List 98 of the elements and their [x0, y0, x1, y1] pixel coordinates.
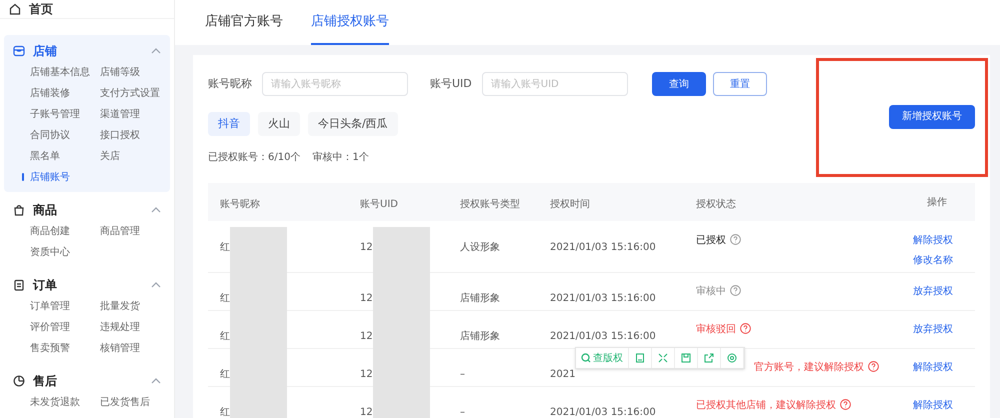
- save-icon[interactable]: [681, 353, 691, 363]
- table-cell: 红: [220, 242, 230, 253]
- status-text: 审核驳回: [696, 322, 736, 337]
- help-icon[interactable]: [840, 399, 851, 410]
- menu-item[interactable]: 商品创建: [30, 224, 70, 238]
- table-cell: 店铺形象: [460, 331, 500, 342]
- search-icon: [581, 353, 591, 363]
- status-text: 已授权: [696, 234, 726, 248]
- menu-item[interactable]: 核销管理: [100, 340, 140, 356]
- chevron-up-icon[interactable]: [151, 378, 161, 384]
- chevron-up-icon[interactable]: [151, 207, 161, 213]
- add-account-button[interactable]: 新增授权账号: [889, 104, 975, 128]
- share-icon[interactable]: [704, 353, 714, 363]
- tab[interactable]: 店铺官方账号: [205, 0, 283, 45]
- help-icon[interactable]: [740, 323, 751, 334]
- table-cell: –: [460, 407, 465, 418]
- chevron-up-icon[interactable]: [151, 282, 161, 288]
- menu-item[interactable]: 首页: [29, 0, 53, 18]
- menu-item[interactable]: 商品管理: [100, 224, 140, 238]
- reset-button[interactable]: 重置: [712, 72, 767, 96]
- platform-tab[interactable]: 抖音: [208, 112, 250, 136]
- menu-item[interactable]: 支付方式设置: [100, 86, 160, 100]
- action-link[interactable]: 放弃授权: [913, 322, 953, 337]
- column-header: 授权时间: [550, 199, 590, 210]
- table-cell: 2021: [550, 369, 576, 380]
- menu-item[interactable]: 评价管理: [30, 320, 70, 334]
- table-cell: 12: [360, 369, 373, 380]
- menu-item[interactable]: 店铺等级: [100, 64, 140, 80]
- service-icon: [13, 375, 25, 387]
- menu-group-title[interactable]: 售后: [33, 372, 57, 390]
- help-icon[interactable]: [868, 361, 879, 372]
- platform-tab[interactable]: 今日头条/西瓜: [308, 112, 398, 136]
- bag-icon: [13, 204, 25, 216]
- table-cell: 2021/01/03 15:16:00: [550, 242, 656, 253]
- table-cell: 红: [220, 331, 230, 342]
- menu-item[interactable]: 黑名单: [30, 148, 60, 164]
- platform-tab[interactable]: 火山: [258, 112, 300, 136]
- query-button[interactable]: 查询: [652, 72, 706, 96]
- menu-item[interactable]: 合同协议: [30, 128, 70, 142]
- input-field[interactable]: 请输入账号昵称: [262, 72, 408, 96]
- field-label: 账号昵称: [208, 76, 252, 92]
- clipboard-icon: [13, 279, 25, 291]
- table-cell: 12: [360, 242, 373, 253]
- menu-item[interactable]: 批量发货: [100, 298, 140, 314]
- tab[interactable]: 店铺授权账号: [311, 0, 389, 45]
- menu-group-title[interactable]: 商品: [33, 201, 57, 219]
- menu-item[interactable]: 渠道管理: [100, 106, 140, 122]
- menu-item[interactable]: 接口授权: [100, 128, 140, 142]
- status-text: 审核中: [696, 284, 726, 299]
- chevron-up-icon[interactable]: [151, 48, 161, 54]
- table-cell: 12: [360, 331, 373, 342]
- column-header: 操作: [927, 196, 947, 210]
- store-icon: [13, 45, 25, 57]
- input-field[interactable]: 请输入账号UID: [482, 72, 628, 96]
- action-link[interactable]: 解除授权: [913, 360, 953, 375]
- menu-item[interactable]: 店铺基本信息: [30, 64, 90, 80]
- table-cell: 红: [220, 293, 230, 304]
- table-cell: 红: [220, 369, 230, 380]
- column-header: 账号UID: [360, 199, 398, 210]
- menu-item[interactable]: 店铺账号: [30, 170, 70, 184]
- table-cell: 2021/01/03 15:16:00: [550, 407, 656, 418]
- table-cell: 人设形象: [460, 242, 500, 253]
- column-header: 账号昵称: [220, 199, 260, 210]
- summary-text: 审核中：1个: [312, 150, 369, 165]
- table-cell: 2021/01/03 15:16:00: [550, 293, 656, 304]
- action-link[interactable]: 解除授权: [913, 398, 953, 413]
- menu-item[interactable]: 已发货售后: [100, 394, 150, 410]
- action-link[interactable]: 修改名称: [913, 253, 953, 268]
- table-cell: –: [460, 369, 465, 380]
- home-icon: [9, 3, 21, 15]
- settings-icon[interactable]: [727, 353, 737, 363]
- action-link[interactable]: 解除授权: [913, 233, 953, 248]
- help-icon[interactable]: [730, 285, 741, 296]
- status-text: 已授权其他店铺，建议解除授权: [696, 398, 836, 413]
- page-icon[interactable]: [635, 353, 645, 363]
- menu-item[interactable]: 未发货退款: [30, 394, 80, 410]
- menu-item[interactable]: 违规处理: [100, 320, 140, 334]
- field-label: 账号UID: [430, 76, 472, 92]
- column-header: 授权账号类型: [460, 199, 520, 210]
- column-header: 授权状态: [696, 199, 736, 210]
- action-link[interactable]: 放弃授权: [913, 284, 953, 299]
- menu-item[interactable]: 订单管理: [30, 298, 70, 314]
- status-text: 官方账号，建议解除授权: [754, 360, 864, 375]
- help-icon[interactable]: [730, 234, 741, 245]
- menu-item[interactable]: 店铺装修: [30, 86, 70, 100]
- table-cell: 红: [220, 407, 230, 418]
- menu-item[interactable]: 售卖预警: [30, 340, 70, 356]
- table-cell: 店铺形象: [460, 293, 500, 304]
- expand-icon[interactable]: [658, 353, 668, 363]
- table-cell: 2021/01/03 15:16:00: [550, 331, 656, 342]
- menu-item[interactable]: 关店: [100, 148, 120, 164]
- table-cell: 12: [360, 293, 373, 304]
- summary-text: 已授权账号：6/10个: [208, 150, 300, 165]
- menu-item[interactable]: 子账号管理: [30, 106, 80, 122]
- menu-group-title[interactable]: 订单: [33, 276, 57, 294]
- menu-item[interactable]: 资质中心: [30, 244, 70, 260]
- table-cell: 12: [360, 407, 373, 418]
- menu-group-title[interactable]: 店铺: [33, 42, 57, 60]
